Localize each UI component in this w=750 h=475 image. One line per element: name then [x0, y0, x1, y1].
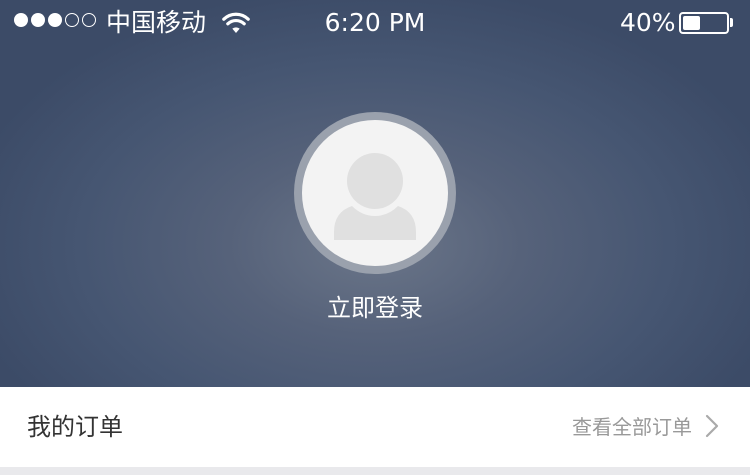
battery-level-fill [683, 16, 700, 30]
user-avatar-placeholder-icon [334, 153, 416, 240]
avatar-button[interactable] [294, 112, 456, 274]
chevron-right-icon[interactable] [705, 414, 719, 438]
login-button[interactable]: 立即登录 [327, 294, 423, 322]
profile-screen: 中国移动 6:20 PM 40% 立即登录 我的订单 查看全部订单 [0, 0, 750, 475]
avatar [302, 120, 448, 266]
view-all-orders-link[interactable]: 查看全部订单 [572, 411, 692, 443]
section-divider [0, 467, 750, 475]
my-orders-row[interactable]: 我的订单 查看全部订单 [0, 387, 750, 467]
login-link-container: 立即登录 [0, 290, 750, 326]
battery-cap [730, 18, 733, 27]
orders-title: 我的订单 [27, 413, 123, 441]
profile-header: 中国移动 6:20 PM 40% 立即登录 [0, 0, 750, 387]
status-bar: 中国移动 6:20 PM 40% [0, 0, 750, 48]
battery-percent: 40% [620, 8, 676, 37]
battery-icon [679, 12, 729, 34]
